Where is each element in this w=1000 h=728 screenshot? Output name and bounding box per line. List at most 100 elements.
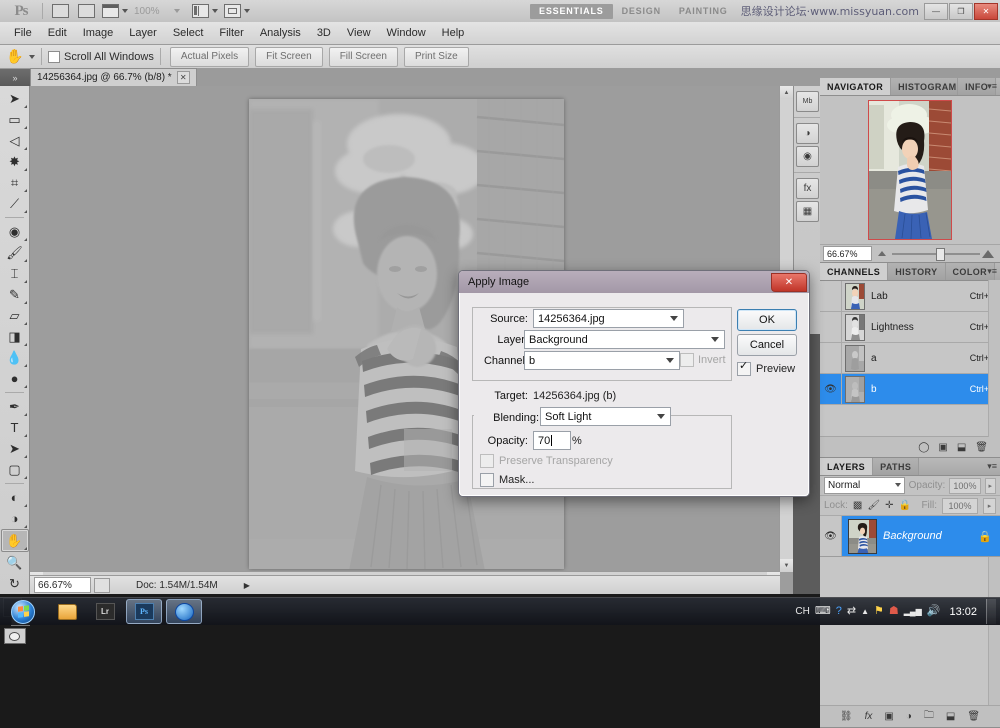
expand-panels-icon[interactable]: » — [0, 69, 30, 86]
zoom-level-display[interactable]: 100% — [133, 1, 161, 21]
save-selection-as-channel-button[interactable]: ▣ — [938, 442, 947, 453]
channel-visibility-toggle[interactable]: 👁 — [820, 374, 842, 404]
eraser-tool[interactable]: ▱ — [2, 305, 28, 326]
gradient-tool[interactable]: ◨ — [2, 326, 28, 347]
fill-screen-button[interactable]: Fill Screen — [329, 47, 398, 67]
taskbar-photoshop-button[interactable]: Ps — [126, 599, 162, 624]
fit-screen-button[interactable]: Fit Screen — [255, 47, 323, 67]
channel-visibility-toggle[interactable] — [820, 312, 842, 342]
scroll-up-icon[interactable]: ▲ — [780, 86, 793, 99]
tab-paths[interactable]: PATHS — [873, 458, 919, 475]
help-icon[interactable]: ? — [836, 606, 842, 617]
blend-mode-select[interactable]: Normal — [824, 477, 905, 494]
add-layer-mask-button[interactable]: ▣ — [884, 711, 893, 722]
adjustments-panel-icon[interactable]: ◑ — [796, 123, 819, 144]
zoom-out-icon[interactable] — [878, 251, 886, 256]
orbit-3d-tool[interactable]: ◑ — [2, 508, 28, 529]
lasso-tool[interactable]: ◁ — [2, 130, 28, 151]
navigator-preview[interactable] — [820, 96, 1000, 244]
menu-layer[interactable]: Layer — [121, 25, 165, 41]
lock-transparent-pixels-icon[interactable]: ▩ — [853, 500, 862, 511]
screen-mode-toggle-icon[interactable]: ↻ — [2, 573, 28, 594]
channels-scrollbar[interactable] — [988, 280, 1000, 437]
dialog-close-button[interactable]: ✕ — [771, 273, 807, 292]
add-layer-style-button[interactable]: fx — [865, 711, 873, 722]
channel-visibility-toggle[interactable] — [820, 343, 842, 373]
layer-visibility-toggle[interactable]: 👁 — [820, 516, 842, 556]
fill-value[interactable]: 100% — [942, 498, 978, 514]
ime-language-indicator[interactable]: CH — [795, 606, 809, 617]
lock-image-pixels-icon[interactable]: 🖌 — [867, 500, 880, 511]
menu-filter[interactable]: Filter — [211, 25, 251, 41]
zoom-level-caret-icon[interactable] — [165, 1, 187, 21]
menu-analysis[interactable]: Analysis — [252, 25, 309, 41]
taskbar-clock[interactable]: 13:02 — [949, 606, 977, 618]
navigator-thumbnail[interactable] — [868, 100, 952, 240]
cancel-button[interactable]: Cancel — [737, 334, 797, 356]
quick-mask-toggle-icon[interactable] — [4, 628, 26, 644]
menu-edit[interactable]: Edit — [40, 25, 75, 41]
panel-menu-icon[interactable]: ▾≡ — [987, 461, 997, 472]
network-icon[interactable]: ▂▄▆ — [904, 608, 922, 616]
document-tab[interactable]: 14256364.jpg @ 66.7% (b/8) * ✕ — [30, 68, 197, 86]
scroll-all-windows-option[interactable]: Scroll All Windows — [48, 51, 154, 63]
dialog-title-bar[interactable]: Apply Image ✕ — [459, 271, 809, 294]
preserve-transparency-checkbox[interactable] — [480, 454, 494, 468]
blur-tool[interactable]: 💧 — [2, 347, 28, 368]
pen-tool[interactable]: ✒ — [2, 396, 28, 417]
zoom-in-icon[interactable] — [982, 250, 994, 258]
scroll-down-icon[interactable]: ▼ — [780, 559, 793, 572]
fill-stepper-icon[interactable]: ▸ — [983, 498, 996, 514]
taskbar-lightroom-button[interactable]: Lr — [88, 600, 122, 623]
tab-histogram[interactable]: HISTOGRAM — [891, 78, 958, 95]
screen-mode-icon[interactable] — [191, 1, 219, 21]
minimize-button[interactable]: — — [924, 3, 948, 20]
navigator-zoom-slider[interactable] — [878, 247, 994, 260]
zoom-percent-field[interactable]: 66.67% — [34, 577, 91, 593]
preview-checkbox[interactable] — [737, 362, 751, 376]
channel-visibility-toggle[interactable] — [820, 281, 842, 311]
type-tool[interactable]: T — [2, 417, 28, 438]
eyedropper-tool[interactable]: ⟋ — [2, 193, 28, 214]
hand-tool-icon[interactable]: ✋ — [4, 47, 26, 66]
history-brush-tool[interactable]: ✎ — [2, 284, 28, 305]
menu-help[interactable]: Help — [434, 25, 473, 41]
status-menu-arrow-icon[interactable]: ▶ — [244, 581, 250, 590]
source-select[interactable]: 14256364.jpg — [533, 309, 684, 328]
ok-button[interactable]: OK — [737, 309, 797, 331]
masks-panel-icon[interactable]: ◉ — [796, 146, 819, 167]
rectangular-marquee-tool[interactable]: ▭ — [2, 109, 28, 130]
rectangle-shape-tool[interactable]: ▢ — [2, 459, 28, 480]
clone-stamp-tool[interactable]: ⌶ — [2, 263, 28, 284]
opacity-value[interactable]: 100% — [949, 478, 980, 494]
mini-bridge-panel-icon[interactable]: Mb — [796, 91, 819, 112]
arrange-documents-icon[interactable] — [223, 1, 251, 21]
tab-navigator[interactable]: NAVIGATOR — [820, 78, 891, 95]
maximize-button[interactable]: ❐ — [949, 3, 973, 20]
channel-row-lab[interactable]: Lab Ctrl+2 — [820, 281, 1000, 312]
lock-all-icon[interactable]: 🔒 — [898, 500, 910, 511]
lock-position-icon[interactable]: ✛ — [885, 500, 893, 511]
magic-wand-tool[interactable]: ✸ — [2, 151, 28, 172]
show-hidden-icons-icon[interactable]: ▲ — [861, 608, 869, 616]
panel-menu-icon[interactable]: ▾≡ — [987, 266, 997, 277]
action-center-icon[interactable]: ⚑ — [874, 606, 884, 617]
antivirus-icon[interactable]: ☗ — [889, 606, 899, 617]
workspace-tab-design[interactable]: DESIGN — [613, 4, 670, 19]
delete-layer-button[interactable]: 🗑 — [967, 711, 980, 722]
crop-tool[interactable]: ⌗ — [2, 172, 28, 193]
spot-healing-brush-tool[interactable]: ◉ — [2, 221, 28, 242]
rotate-3d-tool[interactable]: ◐ — [2, 487, 28, 508]
bridge-icon[interactable] — [49, 1, 71, 21]
close-button[interactable]: ✕ — [974, 3, 998, 20]
apply-image-dialog[interactable]: Apply Image ✕ Source: 14256364.jpg Layer… — [458, 270, 810, 497]
menu-image[interactable]: Image — [75, 25, 122, 41]
show-desktop-button[interactable] — [986, 599, 996, 624]
link-layers-button[interactable]: ⛓ — [840, 711, 853, 722]
workspace-tab-essentials[interactable]: ESSENTIALS — [530, 4, 613, 19]
taskbar-explorer-button[interactable] — [50, 600, 84, 623]
mask-checkbox[interactable] — [480, 473, 494, 487]
layers-scrollbar[interactable] — [988, 557, 1000, 705]
ime-keyboard-icon[interactable]: ⌨ — [815, 606, 831, 617]
opacity-stepper-icon[interactable]: ▸ — [985, 478, 996, 494]
